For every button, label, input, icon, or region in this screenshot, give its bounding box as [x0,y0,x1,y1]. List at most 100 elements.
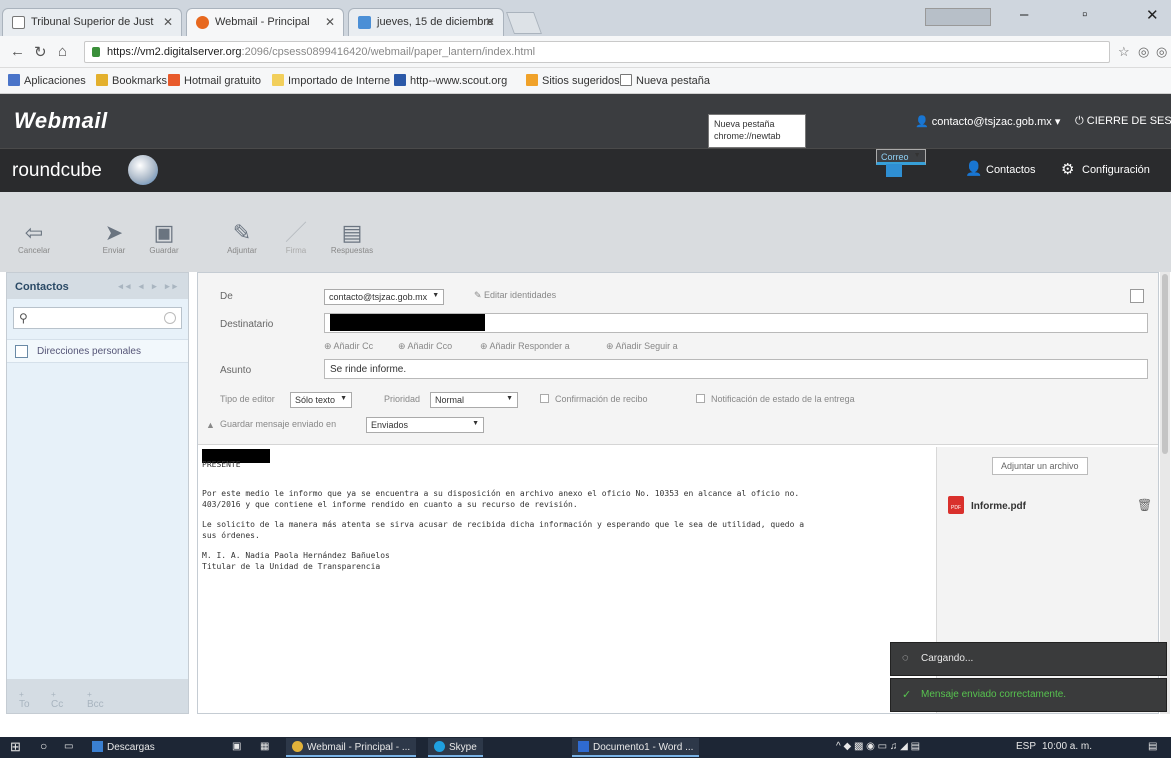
subject-label: Asunto [220,365,252,376]
pager-icon[interactable]: ◂◂ ◂ ▸ ▸▸ [118,281,180,292]
webmail-logo: Webmail [14,108,108,133]
bookmark-imported[interactable]: Importado de Interne [272,74,390,87]
windows-start-icon[interactable]: ⊞ [10,739,21,755]
clear-search-icon[interactable] [164,312,176,324]
windows-taskbar: ⊞ ○ ▭ Descargas ▣ ▦ Webmail - Principal … [0,737,1171,758]
spinner-icon: ◌ [902,652,909,664]
sent-notification[interactable]: ✓ Mensaje enviado correctamente. [890,678,1167,712]
weather-icon [358,16,371,29]
add-reply-to-link[interactable]: ⊕ Añadir Responder a [480,341,570,352]
cancel-button[interactable]: ⇦ Cancelar [12,220,56,255]
window-close-icon[interactable]: ✕ [1146,6,1159,24]
send-icon: ➤ [104,220,124,245]
from-select[interactable]: contacto@tsjzac.gob.mx [324,289,445,305]
star-icon[interactable]: ☆ [1118,44,1130,60]
tray-icons[interactable]: ^ ◆ ▩ ◉ ▭ ♫ ◢ ▤ [836,741,920,752]
redacted-recipient [330,314,485,331]
taskbar-webmail[interactable]: Webmail - Principal - ... [286,738,417,757]
profile-badge[interactable] [925,8,991,26]
add-followup-link[interactable]: ⊕ Añadir Seguir a [606,341,678,352]
new-tab-button[interactable] [505,12,543,34]
language-indicator[interactable]: ESP [1016,741,1036,752]
dsn-checkbox[interactable]: Notificación de estado de la entrega [696,394,855,404]
task-view-icon[interactable]: ▭ [64,741,73,752]
tab-tribunal[interactable]: Tribunal Superior de Just ✕ [2,8,182,36]
tab-weather[interactable]: jueves, 15 de diciembre ✕ [348,8,504,36]
app-icon[interactable]: ▦ [260,741,269,752]
maximize-icon[interactable]: ▫ [1082,6,1087,23]
signature-button[interactable]: ／ Firma [274,220,318,255]
bookmark-scout[interactable]: http--www.scout.org [394,74,507,87]
bookmarks-bar: Aplicaciones Bookmarks Hotmail gratuito … [0,68,1171,94]
attach-file-button[interactable]: Adjuntar un archivo [992,457,1088,475]
close-icon[interactable]: ✕ [325,15,335,29]
to-button[interactable]: To + [19,689,30,710]
bcc-button[interactable]: Bcc + [87,689,104,710]
subject-input[interactable]: Se rinde informe. [324,359,1148,379]
person-icon: 👤 [965,160,983,176]
word-icon [578,741,589,752]
taskbar-skype[interactable]: Skype [428,738,483,757]
attach-button[interactable]: ✎ Adjuntar [220,220,264,255]
chrome-icon [292,741,303,752]
address-book-item[interactable]: Direcciones personales [7,339,188,363]
collapse-icon[interactable]: ▲ [206,420,215,430]
cc-button[interactable]: Cc + [51,689,63,710]
nav-mail[interactable]: Correo [876,149,926,177]
store-icon[interactable]: ▣ [232,741,241,752]
pdf-icon: PDF [948,496,964,514]
close-icon[interactable]: ✕ [163,15,173,29]
address-bar-row: ← ↻ ⌂ https://vm2.digitalserver.org:2096… [0,36,1171,68]
search-icon: ⚲ [19,311,28,325]
extension-icon[interactable]: ◎ [1156,44,1167,60]
bookmark-new-tab[interactable]: Nueva pestaña [620,74,710,87]
nav-contacts[interactable]: 👤 Contactos [956,149,1044,193]
save-sent-label: Guardar mensaje enviado en [220,419,337,429]
taskbar-downloads[interactable]: Descargas [92,741,155,753]
pen-icon: ／ [284,220,307,245]
contacts-search-input[interactable]: ⚲ [13,307,182,329]
reload-icon[interactable]: ↻ [34,43,47,61]
bookmark-apps[interactable]: Aplicaciones [8,74,86,87]
checkmark-icon: ✓ [902,689,912,701]
add-cc-link[interactable]: ⊕ Añadir Cc [324,341,373,352]
taskbar-word[interactable]: Documento1 - Word ... [572,738,700,757]
tab-webmail[interactable]: Webmail - Principal ✕ [186,8,344,36]
user-menu[interactable]: 👤 contacto@tsjzac.gob.mx ▾ [915,115,1060,128]
notifications-icon[interactable]: ▤ [1148,741,1157,752]
responses-button[interactable]: ▤ Respuestas [330,220,374,255]
back-icon[interactable]: ← [10,43,25,60]
save-button[interactable]: ▣ Guardar [142,220,186,255]
paperclip-icon: ✎ [232,220,252,245]
editor-type-select[interactable]: Sólo texto [290,392,353,408]
close-icon[interactable]: ✕ [485,15,495,29]
nav-settings[interactable]: ⚙ Configuración [1052,149,1158,193]
roundcube-bar: roundcube Correo 👤 Contactos ⚙ Configura… [0,148,1171,192]
url-input[interactable]: https://vm2.digitalserver.org:2096/cpses… [84,41,1110,63]
trash-icon[interactable]: 🗑 [1137,498,1152,512]
search-icon[interactable]: ○ [40,739,47,753]
extension-icon[interactable]: ◎ [1138,44,1149,60]
star-icon [96,74,108,86]
document-icon: ▤ [341,220,363,245]
minimize-icon[interactable]: – [1020,6,1028,23]
send-button[interactable]: ➤ Enviar [92,220,136,255]
add-bcc-link[interactable]: ⊕ Añadir Cco [398,341,452,352]
edit-identities-link[interactable]: ✎ Editar identidades [474,290,556,301]
bookmark-suggested[interactable]: Sitios sugeridos [526,74,620,87]
priority-select[interactable]: Normal [430,392,518,408]
apps-icon [8,74,20,86]
compose-toolbar: ⇦ Cancelar ➤ Enviar ▣ Guardar ✎ Adjuntar ／ Fi… [0,192,1171,272]
bookmark-hotmail[interactable]: Hotmail gratuito [168,74,261,87]
roundcube-logo-icon [128,155,158,185]
attachment-name[interactable]: Informe.pdf [971,501,1026,512]
message-body-textarea[interactable]: PRESENTE Por este medio le informo que y… [202,459,926,581]
logout-button[interactable]: ⏻ CIERRE DE SESIÓN [1075,115,1171,128]
priority-label: Prioridad [384,394,421,404]
home-icon[interactable]: ⌂ [58,43,67,60]
save-sent-select[interactable]: Enviados [366,417,484,433]
bookmark-bookmarks[interactable]: Bookmarks [96,74,167,87]
clock[interactable]: 10:00 a. m. [1042,741,1092,752]
receipt-checkbox[interactable]: Confirmación de recibo [540,394,648,404]
expand-icon[interactable] [1130,289,1144,303]
